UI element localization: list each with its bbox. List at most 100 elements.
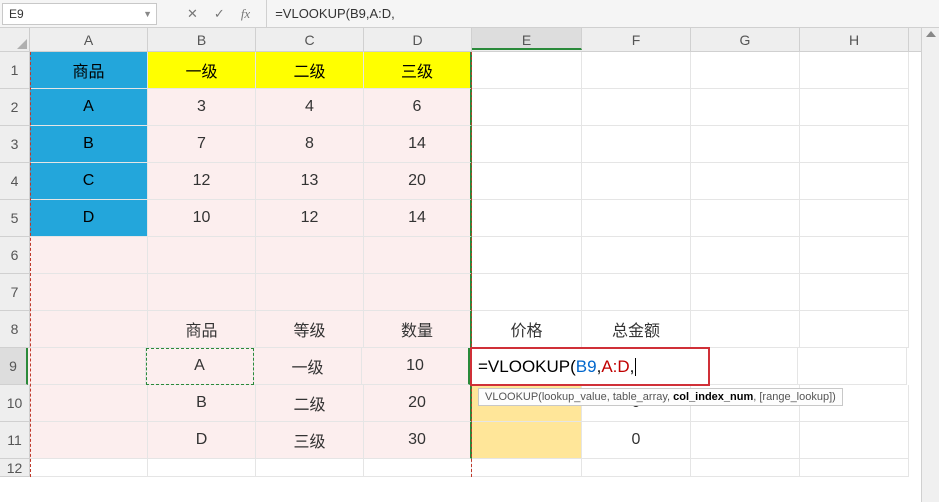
cell-B8[interactable]: 商品 <box>148 311 256 348</box>
row-header-10[interactable]: 10 <box>0 385 30 422</box>
row-header-7[interactable]: 7 <box>0 274 30 311</box>
cancel-formula-button[interactable]: ✕ <box>187 6 198 22</box>
cell-E11[interactable] <box>472 422 582 459</box>
cell-B6[interactable] <box>148 237 256 274</box>
cell-E6[interactable] <box>472 237 582 274</box>
cell-C8[interactable]: 等级 <box>256 311 364 348</box>
cell-H9[interactable] <box>798 348 907 385</box>
cell-C1[interactable]: 二级 <box>256 52 364 89</box>
row-header-9[interactable]: 9 <box>0 348 28 385</box>
cell-G6[interactable] <box>691 237 800 274</box>
insert-function-button[interactable]: fx <box>241 6 250 22</box>
cell-F4[interactable] <box>582 163 691 200</box>
cell-B4[interactable]: 12 <box>148 163 256 200</box>
cell-A6[interactable] <box>30 237 148 274</box>
row-header-8[interactable]: 8 <box>0 311 30 348</box>
cell-A1[interactable]: 商品 <box>30 52 148 89</box>
vertical-scrollbar[interactable] <box>921 28 939 502</box>
cell-H2[interactable] <box>800 89 909 126</box>
cell-A5[interactable]: D <box>30 200 148 237</box>
cell-F1[interactable] <box>582 52 691 89</box>
col-header-A[interactable]: A <box>30 28 148 51</box>
cell-C6[interactable] <box>256 237 364 274</box>
cell-H6[interactable] <box>800 237 909 274</box>
formula-bar-input[interactable]: =VLOOKUP(B9,A:D, <box>266 0 939 27</box>
cell-D5[interactable]: 14 <box>364 200 472 237</box>
cell-D7[interactable] <box>364 274 472 311</box>
cell-H3[interactable] <box>800 126 909 163</box>
cell-G11[interactable] <box>691 422 800 459</box>
col-header-F[interactable]: F <box>582 28 691 51</box>
cell-A11[interactable] <box>30 422 148 459</box>
cell-G3[interactable] <box>691 126 800 163</box>
cell-E12[interactable] <box>472 459 582 477</box>
cell-B3[interactable]: 7 <box>148 126 256 163</box>
cell-D10[interactable]: 20 <box>364 385 472 422</box>
cell-F12[interactable] <box>582 459 691 477</box>
cell-A12[interactable] <box>30 459 148 477</box>
row-header-2[interactable]: 2 <box>0 89 30 126</box>
cell-C2[interactable]: 4 <box>256 89 364 126</box>
cell-H4[interactable] <box>800 163 909 200</box>
select-all-corner[interactable] <box>0 28 30 51</box>
cell-E9[interactable]: =VLOOKUP(B9,A:D, VLOOKUP(lookup_value, t… <box>470 348 580 385</box>
cell-C4[interactable]: 13 <box>256 163 364 200</box>
cell-C5[interactable]: 12 <box>256 200 364 237</box>
cell-D11[interactable]: 30 <box>364 422 472 459</box>
cell-A4[interactable]: C <box>30 163 148 200</box>
cell-B9[interactable]: A <box>146 348 254 385</box>
cell-F6[interactable] <box>582 237 691 274</box>
dropdown-icon[interactable]: ▼ <box>143 9 152 19</box>
cell-D2[interactable]: 6 <box>364 89 472 126</box>
cell-C7[interactable] <box>256 274 364 311</box>
cell-H8[interactable] <box>800 311 909 348</box>
spreadsheet-grid[interactable]: 1 商品 一级 二级 三级 2 A 3 4 6 3 B 7 8 14 4 C 1… <box>0 52 939 477</box>
cell-E2[interactable] <box>472 89 582 126</box>
row-header-5[interactable]: 5 <box>0 200 30 237</box>
cell-G2[interactable] <box>691 89 800 126</box>
cell-F5[interactable] <box>582 200 691 237</box>
cell-H1[interactable] <box>800 52 909 89</box>
cell-E8[interactable]: 价格 <box>472 311 582 348</box>
tooltip-a4[interactable]: [range_lookup] <box>759 391 832 403</box>
cell-E3[interactable] <box>472 126 582 163</box>
cell-D3[interactable]: 14 <box>364 126 472 163</box>
cell-A10[interactable] <box>30 385 148 422</box>
cell-D8[interactable]: 数量 <box>364 311 472 348</box>
cell-F3[interactable] <box>582 126 691 163</box>
tooltip-a3[interactable]: col_index_num <box>673 391 753 403</box>
col-header-D[interactable]: D <box>364 28 472 51</box>
col-header-E[interactable]: E <box>472 28 582 50</box>
row-header-11[interactable]: 11 <box>0 422 30 459</box>
cell-D12[interactable] <box>364 459 472 477</box>
row-header-12[interactable]: 12 <box>0 459 30 477</box>
cell-B10[interactable]: B <box>148 385 256 422</box>
cell-F7[interactable] <box>582 274 691 311</box>
cell-C11[interactable]: 三级 <box>256 422 364 459</box>
cell-C10[interactable]: 二级 <box>256 385 364 422</box>
cell-D6[interactable] <box>364 237 472 274</box>
formula-edit-overlay[interactable]: =VLOOKUP(B9,A:D, <box>470 347 710 386</box>
col-header-B[interactable]: B <box>148 28 256 51</box>
cell-D4[interactable]: 20 <box>364 163 472 200</box>
cell-F2[interactable] <box>582 89 691 126</box>
row-header-1[interactable]: 1 <box>0 52 30 89</box>
enter-formula-button[interactable]: ✓ <box>214 6 225 22</box>
cell-H7[interactable] <box>800 274 909 311</box>
cell-A9[interactable] <box>28 348 146 385</box>
cell-G8[interactable] <box>691 311 800 348</box>
name-box[interactable]: E9 ▼ <box>2 3 157 25</box>
col-header-H[interactable]: H <box>800 28 909 51</box>
cell-F11[interactable]: 0 <box>582 422 691 459</box>
cell-G4[interactable] <box>691 163 800 200</box>
cell-A2[interactable]: A <box>30 89 148 126</box>
cell-C12[interactable] <box>256 459 364 477</box>
cell-C9[interactable]: 一级 <box>254 348 362 385</box>
col-header-C[interactable]: C <box>256 28 364 51</box>
cell-B2[interactable]: 3 <box>148 89 256 126</box>
cell-B11[interactable]: D <box>148 422 256 459</box>
cell-B7[interactable] <box>148 274 256 311</box>
cell-B1[interactable]: 一级 <box>148 52 256 89</box>
cell-G5[interactable] <box>691 200 800 237</box>
cell-G7[interactable] <box>691 274 800 311</box>
